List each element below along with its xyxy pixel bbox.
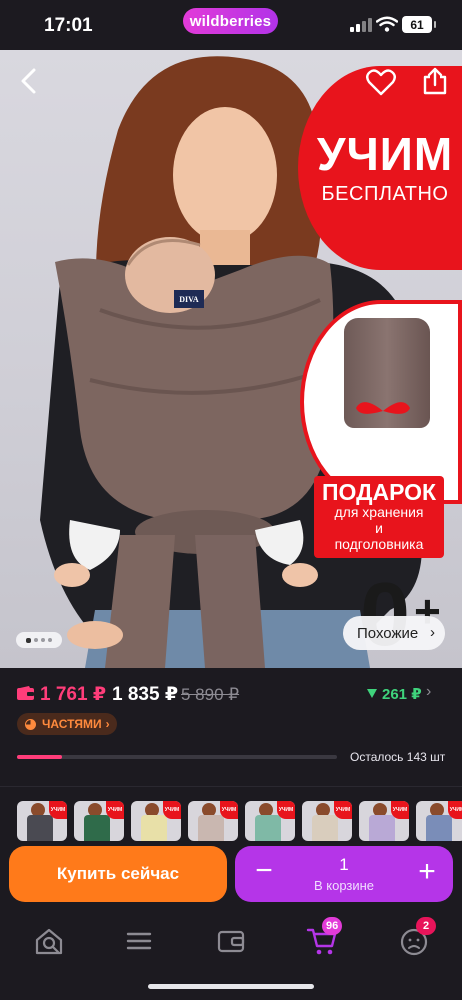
gallery-dot: [26, 637, 31, 643]
variant-color-swatch: [198, 815, 224, 841]
favorite-heart-icon[interactable]: [366, 68, 396, 96]
arrow-down-icon: [367, 689, 377, 698]
gallery-dot: [34, 638, 38, 642]
cashback-value[interactable]: 261 ₽: [382, 685, 422, 703]
color-variant-thumbnail[interactable]: УЧИМ: [17, 801, 67, 841]
wifi-icon: [376, 16, 398, 32]
status-bar: 17:01 wildberries 61: [0, 0, 462, 50]
gallery-dot: [48, 638, 52, 642]
old-price: 5 890 ₽: [181, 685, 240, 704]
increase-quantity-button[interactable]: +: [412, 857, 442, 888]
variant-color-swatch: [84, 815, 110, 841]
color-variant-thumbnail[interactable]: УЧИМ: [188, 801, 238, 841]
product-image[interactable]: DIVA УЧИМ БЕСПЛАТНО ПОДАРОК для хранения…: [0, 50, 462, 668]
variant-color-swatch: [255, 815, 281, 841]
variant-color-swatch: [312, 815, 338, 841]
gift-label: ПОДАРОК для хранения и подголовника: [314, 476, 444, 559]
buy-now-button[interactable]: Купить сейчас: [9, 846, 227, 902]
in-cart-label[interactable]: В корзине: [295, 878, 393, 893]
variant-promo-badge: УЧИМ: [163, 801, 181, 819]
wallet-icon[interactable]: [215, 926, 247, 956]
color-variant-thumbnail[interactable]: УЧИМ: [131, 801, 181, 841]
variant-promo-badge: УЧИМ: [49, 801, 67, 819]
color-variant-thumbnail[interactable]: УЧИМ: [245, 801, 295, 841]
decrease-quantity-button[interactable]: −: [249, 856, 279, 888]
variants-list: УЧИМ УЧИМ УЧИМ УЧИМ УЧИМ УЧИМ УЧИМ УЧИМ: [17, 801, 462, 841]
gallery-dot: [41, 638, 45, 642]
product-tag: DIVA: [174, 290, 204, 308]
chevron-right-icon[interactable]: ›: [426, 683, 431, 701]
similar-label: Похожие: [357, 624, 419, 642]
cellular-signal-icon: [350, 18, 372, 32]
installments-button[interactable]: ЧАСТЯМИ ›: [17, 713, 117, 735]
variant-promo-badge: УЧИМ: [448, 801, 462, 819]
color-variant-thumbnail[interactable]: УЧИМ: [416, 801, 462, 841]
variant-promo-badge: УЧИМ: [334, 801, 352, 819]
gift-title: ПОДАРОК: [321, 479, 437, 505]
stock-progress-bar: [17, 755, 337, 759]
variant-promo-badge: УЧИМ: [391, 801, 409, 819]
status-time: 17:01: [44, 15, 93, 36]
battery-indicator: 61: [402, 16, 436, 33]
promo-subtitle: БЕСПЛАТНО: [321, 182, 449, 205]
variant-color-swatch: [141, 815, 167, 841]
gift-subtitle-2: и: [375, 520, 383, 537]
color-variant-thumbnail[interactable]: УЧИМ: [302, 801, 352, 841]
nav-profile[interactable]: 2: [398, 917, 436, 956]
gift-bow-icon: [356, 402, 410, 414]
gallery-indicator: [16, 632, 62, 648]
chevron-right-icon: ›: [105, 717, 110, 731]
gift-subtitle-3: подголовника: [334, 536, 424, 553]
variant-promo-badge: УЧИМ: [220, 801, 238, 819]
current-price: 1 835 ₽: [112, 684, 179, 705]
menu-icon[interactable]: [123, 926, 155, 956]
variant-color-swatch: [369, 815, 395, 841]
product-screen: 17:01 wildberries 61 DIVA УЧИМ БЕСПЛАТНО…: [0, 0, 462, 1000]
pie-chart-icon: [25, 718, 36, 730]
color-variant-thumbnail[interactable]: УЧИМ: [74, 801, 124, 841]
back-button[interactable]: [14, 66, 44, 96]
brand-logo[interactable]: wildberries: [183, 8, 278, 34]
profile-badge: 2: [416, 917, 436, 935]
variant-color-swatch: [27, 815, 53, 841]
gift-subtitle-1: для хранения: [334, 504, 424, 521]
gift-image: [300, 300, 462, 504]
stock-remaining: Осталось 143 шт: [350, 750, 446, 764]
chevron-right-icon: ›: [430, 624, 435, 641]
promo-title: УЧИМ: [316, 127, 454, 180]
share-icon[interactable]: [420, 66, 450, 96]
cart-quantity-control: − 1 В корзине +: [235, 846, 453, 902]
price-block: 1 761 ₽ 1 835 ₽ 5 890 ₽ 261 ₽ › ЧАСТЯМИ …: [0, 668, 462, 776]
variant-color-swatch: [426, 815, 452, 841]
similar-button[interactable]: Похожие ›: [343, 616, 445, 650]
installments-label: ЧАСТЯМИ: [42, 717, 102, 731]
nav-cart[interactable]: 96: [306, 917, 343, 956]
home-indicator: [148, 984, 314, 989]
variant-promo-badge: УЧИМ: [106, 801, 124, 819]
stock-progress-fill: [17, 755, 62, 759]
wallet-icon: [17, 686, 34, 700]
cart-quantity: 1: [339, 855, 349, 874]
wallet-price: 1 761 ₽: [40, 684, 107, 705]
variant-promo-badge: УЧИМ: [277, 801, 295, 819]
home-search-icon[interactable]: [33, 926, 65, 956]
cart-badge: 96: [322, 917, 343, 935]
promo-badge: УЧИМ БЕСПЛАТНО: [298, 66, 462, 270]
color-variant-thumbnail[interactable]: УЧИМ: [359, 801, 409, 841]
